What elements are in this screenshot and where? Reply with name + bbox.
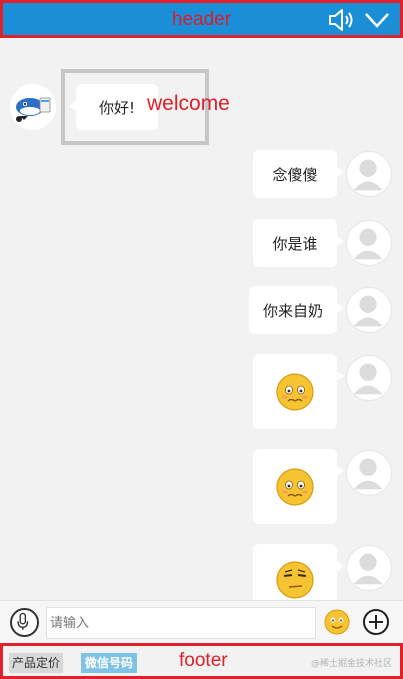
bot-avatar[interactable]: [10, 84, 56, 130]
message-text: 你来自奶: [262, 301, 323, 320]
smiley-icon[interactable]: [324, 609, 350, 635]
emoji-bubble: [253, 354, 344, 429]
user-avatar[interactable]: [346, 151, 392, 197]
worried-face-emoji: [276, 467, 314, 506]
user-avatar[interactable]: [346, 355, 392, 401]
plus-icon[interactable]: [363, 609, 389, 635]
speaker-icon[interactable]: [328, 8, 356, 32]
watermark: @稀土掘金技术社区: [310, 659, 392, 669]
worried-face-emoji: [276, 372, 314, 411]
message-text: 你是谁: [272, 234, 318, 253]
user-avatar[interactable]: [346, 545, 392, 591]
microphone-icon[interactable]: [10, 608, 39, 637]
emoji-bubble: [253, 449, 344, 524]
tag-wechat[interactable]: 微信号码: [81, 653, 138, 673]
footer-title: footer: [179, 650, 228, 671]
header-bar: header: [0, 0, 403, 38]
message-input[interactable]: [46, 607, 316, 639]
footer-bar: 产品定价 微信号码 footer @稀土掘金技术社区: [0, 643, 403, 679]
message-bubble: 你来自奶: [249, 286, 344, 334]
user-avatar[interactable]: [346, 287, 392, 333]
tag-pricing[interactable]: 产品定价: [9, 653, 64, 673]
user-avatar[interactable]: [346, 450, 392, 496]
chevron-down-icon[interactable]: [364, 11, 390, 29]
user-avatar[interactable]: [346, 220, 392, 266]
welcome-label: welcome: [147, 92, 230, 115]
message-bubble: 你是谁: [253, 219, 344, 267]
smirk-face-emoji: [276, 561, 314, 599]
message-text: 念傻傻: [272, 165, 318, 184]
input-bar: [0, 600, 403, 643]
message-bubble: 念傻傻: [253, 150, 344, 198]
